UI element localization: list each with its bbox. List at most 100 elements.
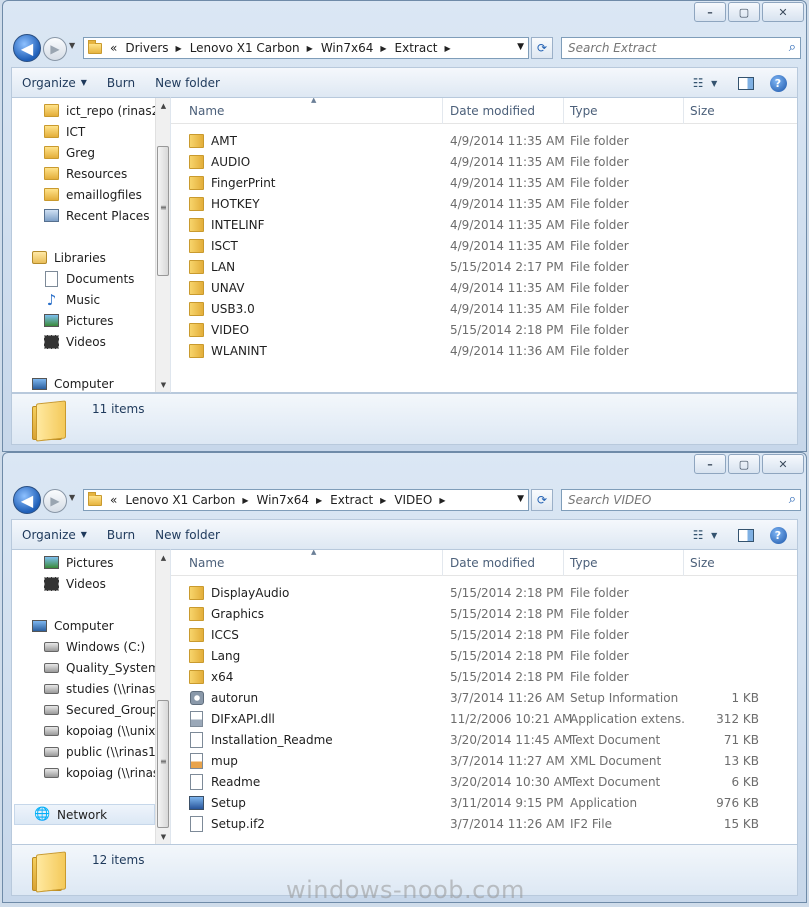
breadcrumb-win7x64[interactable]: Win7x64 bbox=[321, 41, 374, 55]
file-row[interactable]: AUDIO 4/9/2014 11:35 AM File folder bbox=[171, 151, 797, 172]
search-icon[interactable]: ⌕ bbox=[789, 492, 796, 507]
address-bar[interactable]: « Lenovo X1 Carbon ▶ Win7x64 ▶ Extract ▶… bbox=[83, 489, 529, 511]
minimize-button[interactable]: – bbox=[694, 454, 726, 474]
file-row[interactable]: Installation_Readme 3/20/2014 11:45 AM Tex… bbox=[171, 729, 797, 750]
address-overflow[interactable]: « bbox=[110, 41, 117, 55]
organize-button[interactable]: Organize ▼ bbox=[12, 520, 97, 549]
search-input[interactable] bbox=[568, 493, 768, 507]
nav-item-kopoiag-unix[interactable]: kopoiag (\\unix) bbox=[12, 720, 157, 741]
navigation-pane[interactable]: Pictures Videos Computer Windows (C:) Qu… bbox=[11, 549, 171, 845]
column-name[interactable]: Name bbox=[183, 98, 443, 124]
file-row[interactable]: Lang 5/15/2014 2:18 PM File folder bbox=[171, 645, 797, 666]
nav-item-network[interactable]: 🌐 Network bbox=[14, 804, 155, 825]
minimize-button[interactable]: – bbox=[694, 2, 726, 22]
nav-item-libraries[interactable]: Libraries bbox=[12, 247, 157, 268]
forward-button[interactable]: ▶ bbox=[43, 37, 67, 61]
breadcrumb-lenovo[interactable]: Lenovo X1 Carbon bbox=[190, 41, 300, 55]
nav-item-videos[interactable]: Videos bbox=[12, 331, 157, 352]
nav-item-public[interactable]: public (\\rinas1p. bbox=[12, 741, 157, 762]
help-button[interactable]: ? bbox=[765, 524, 791, 546]
column-date-modified[interactable]: Date modified bbox=[444, 98, 564, 124]
nav-item-computer[interactable]: Computer bbox=[12, 615, 157, 636]
file-row[interactable]: LAN 5/15/2014 2:17 PM File folder bbox=[171, 256, 797, 277]
maximize-button[interactable]: ▢ bbox=[728, 2, 760, 22]
address-overflow[interactable]: « bbox=[110, 493, 117, 507]
back-button[interactable]: ◀ bbox=[13, 486, 41, 514]
column-type[interactable]: Type bbox=[564, 98, 684, 124]
file-row[interactable]: USB3.0 4/9/2014 11:35 AM File folder bbox=[171, 298, 797, 319]
file-row[interactable]: x64 5/15/2014 2:18 PM File folder bbox=[171, 666, 797, 687]
file-row[interactable]: mup 3/7/2014 11:27 AM XML Document 13 KB bbox=[171, 750, 797, 771]
nav-item-kopoiag-rinas[interactable]: kopoiag (\\rinas1 bbox=[12, 762, 157, 783]
back-button[interactable]: ◀ bbox=[13, 34, 41, 62]
file-row[interactable]: WLANINT 4/9/2014 11:36 AM File folder bbox=[171, 340, 797, 361]
new-folder-button[interactable]: New folder bbox=[145, 68, 230, 97]
file-row[interactable]: DisplayAudio 5/15/2014 2:18 PM File folder bbox=[171, 582, 797, 603]
scroll-thumb[interactable]: ≡ bbox=[157, 146, 169, 276]
change-view-button[interactable]: ☷ ▼ bbox=[683, 72, 727, 94]
breadcrumb-separator-icon[interactable]: ▶ bbox=[380, 44, 386, 53]
file-row[interactable]: UNAV 4/9/2014 11:35 AM File folder bbox=[171, 277, 797, 298]
nav-item-studies[interactable]: studies (\\rinas1p bbox=[12, 678, 157, 699]
nav-item-windows-c[interactable]: Windows (C:) bbox=[12, 636, 157, 657]
file-row[interactable]: INTELINF 4/9/2014 11:35 AM File folder bbox=[171, 214, 797, 235]
breadcrumb-separator-icon[interactable]: ▶ bbox=[380, 496, 386, 505]
file-row[interactable]: Readme 3/20/2014 10:30 AM Text Document 6 K… bbox=[171, 771, 797, 792]
breadcrumb-drivers[interactable]: Drivers bbox=[125, 41, 168, 55]
breadcrumb-separator-icon[interactable]: ▶ bbox=[307, 44, 313, 53]
file-row[interactable]: Graphics 5/15/2014 2:18 PM File folder bbox=[171, 603, 797, 624]
search-input[interactable] bbox=[568, 41, 768, 55]
burn-button[interactable]: Burn bbox=[97, 68, 145, 97]
nav-scrollbar[interactable]: ▲ ≡ ▼ bbox=[155, 98, 170, 392]
breadcrumb-video[interactable]: VIDEO bbox=[394, 493, 432, 507]
refresh-button[interactable]: ⟳ bbox=[531, 37, 553, 59]
search-icon[interactable]: ⌕ bbox=[789, 40, 796, 55]
file-row[interactable]: Setup.if2 3/7/2014 11:26 AM IF2 File 15 KB bbox=[171, 813, 797, 834]
file-row[interactable]: ISCT 4/9/2014 11:35 AM File folder bbox=[171, 235, 797, 256]
maximize-button[interactable]: ▢ bbox=[728, 454, 760, 474]
change-view-button[interactable]: ☷ ▼ bbox=[683, 524, 727, 546]
breadcrumb-win7x64[interactable]: Win7x64 bbox=[256, 493, 309, 507]
nav-item-recent-places[interactable]: Recent Places bbox=[12, 205, 157, 226]
scroll-up-icon[interactable]: ▲ bbox=[156, 98, 170, 113]
breadcrumb-extract[interactable]: Extract bbox=[330, 493, 373, 507]
close-button[interactable]: ✕ bbox=[762, 2, 804, 22]
scroll-thumb[interactable]: ≡ bbox=[157, 700, 169, 828]
file-row[interactable]: ICCS 5/15/2014 2:18 PM File folder bbox=[171, 624, 797, 645]
file-list[interactable]: ▲ Name Date modified Type Size AMT 4/9/20… bbox=[171, 97, 798, 393]
nav-item-secured-group[interactable]: Secured_Group_S bbox=[12, 699, 157, 720]
organize-button[interactable]: Organize ▼ bbox=[12, 68, 97, 97]
nav-item-music[interactable]: ♪ Music bbox=[12, 289, 157, 310]
breadcrumb-lenovo[interactable]: Lenovo X1 Carbon bbox=[125, 493, 235, 507]
scroll-up-icon[interactable]: ▲ bbox=[156, 550, 170, 565]
column-size[interactable]: Size bbox=[684, 550, 764, 576]
address-dropdown-icon[interactable]: ▼ bbox=[517, 42, 524, 52]
preview-pane-button[interactable] bbox=[733, 524, 759, 546]
forward-button[interactable]: ▶ bbox=[43, 489, 67, 513]
nav-item-greg[interactable]: Greg bbox=[12, 142, 157, 163]
file-row[interactable]: AMT 4/9/2014 11:35 AM File folder bbox=[171, 130, 797, 151]
nav-item-resources[interactable]: Resources bbox=[12, 163, 157, 184]
breadcrumb-separator-icon[interactable]: ▶ bbox=[176, 44, 182, 53]
column-size[interactable]: Size bbox=[684, 98, 764, 124]
close-button[interactable]: ✕ bbox=[762, 454, 804, 474]
file-row[interactable]: VIDEO 5/15/2014 2:18 PM File folder bbox=[171, 319, 797, 340]
preview-pane-button[interactable] bbox=[733, 72, 759, 94]
column-date-modified[interactable]: Date modified bbox=[444, 550, 564, 576]
address-dropdown-icon[interactable]: ▼ bbox=[517, 494, 524, 504]
breadcrumb-separator-icon[interactable]: ▶ bbox=[445, 44, 451, 53]
nav-scrollbar[interactable]: ▲ ≡ ▼ bbox=[155, 550, 170, 844]
nav-item-computer[interactable]: Computer bbox=[12, 373, 157, 392]
file-row[interactable]: autorun 3/7/2014 11:26 AM Setup Informatio… bbox=[171, 687, 797, 708]
burn-button[interactable]: Burn bbox=[97, 520, 145, 549]
help-button[interactable]: ? bbox=[765, 72, 791, 94]
file-row[interactable]: DIFxAPI.dll 11/2/2006 10:21 AM Application… bbox=[171, 708, 797, 729]
breadcrumb-separator-icon[interactable]: ▶ bbox=[316, 496, 322, 505]
nav-item-pictures[interactable]: Pictures bbox=[12, 310, 157, 331]
breadcrumb-separator-icon[interactable]: ▶ bbox=[242, 496, 248, 505]
address-bar[interactable]: « Drivers ▶ Lenovo X1 Carbon ▶ Win7x64 ▶… bbox=[83, 37, 529, 59]
scroll-down-icon[interactable]: ▼ bbox=[156, 377, 170, 392]
nav-item-ict[interactable]: ICT bbox=[12, 121, 157, 142]
nav-item-videos[interactable]: Videos bbox=[12, 573, 157, 594]
breadcrumb-separator-icon[interactable]: ▶ bbox=[439, 496, 445, 505]
